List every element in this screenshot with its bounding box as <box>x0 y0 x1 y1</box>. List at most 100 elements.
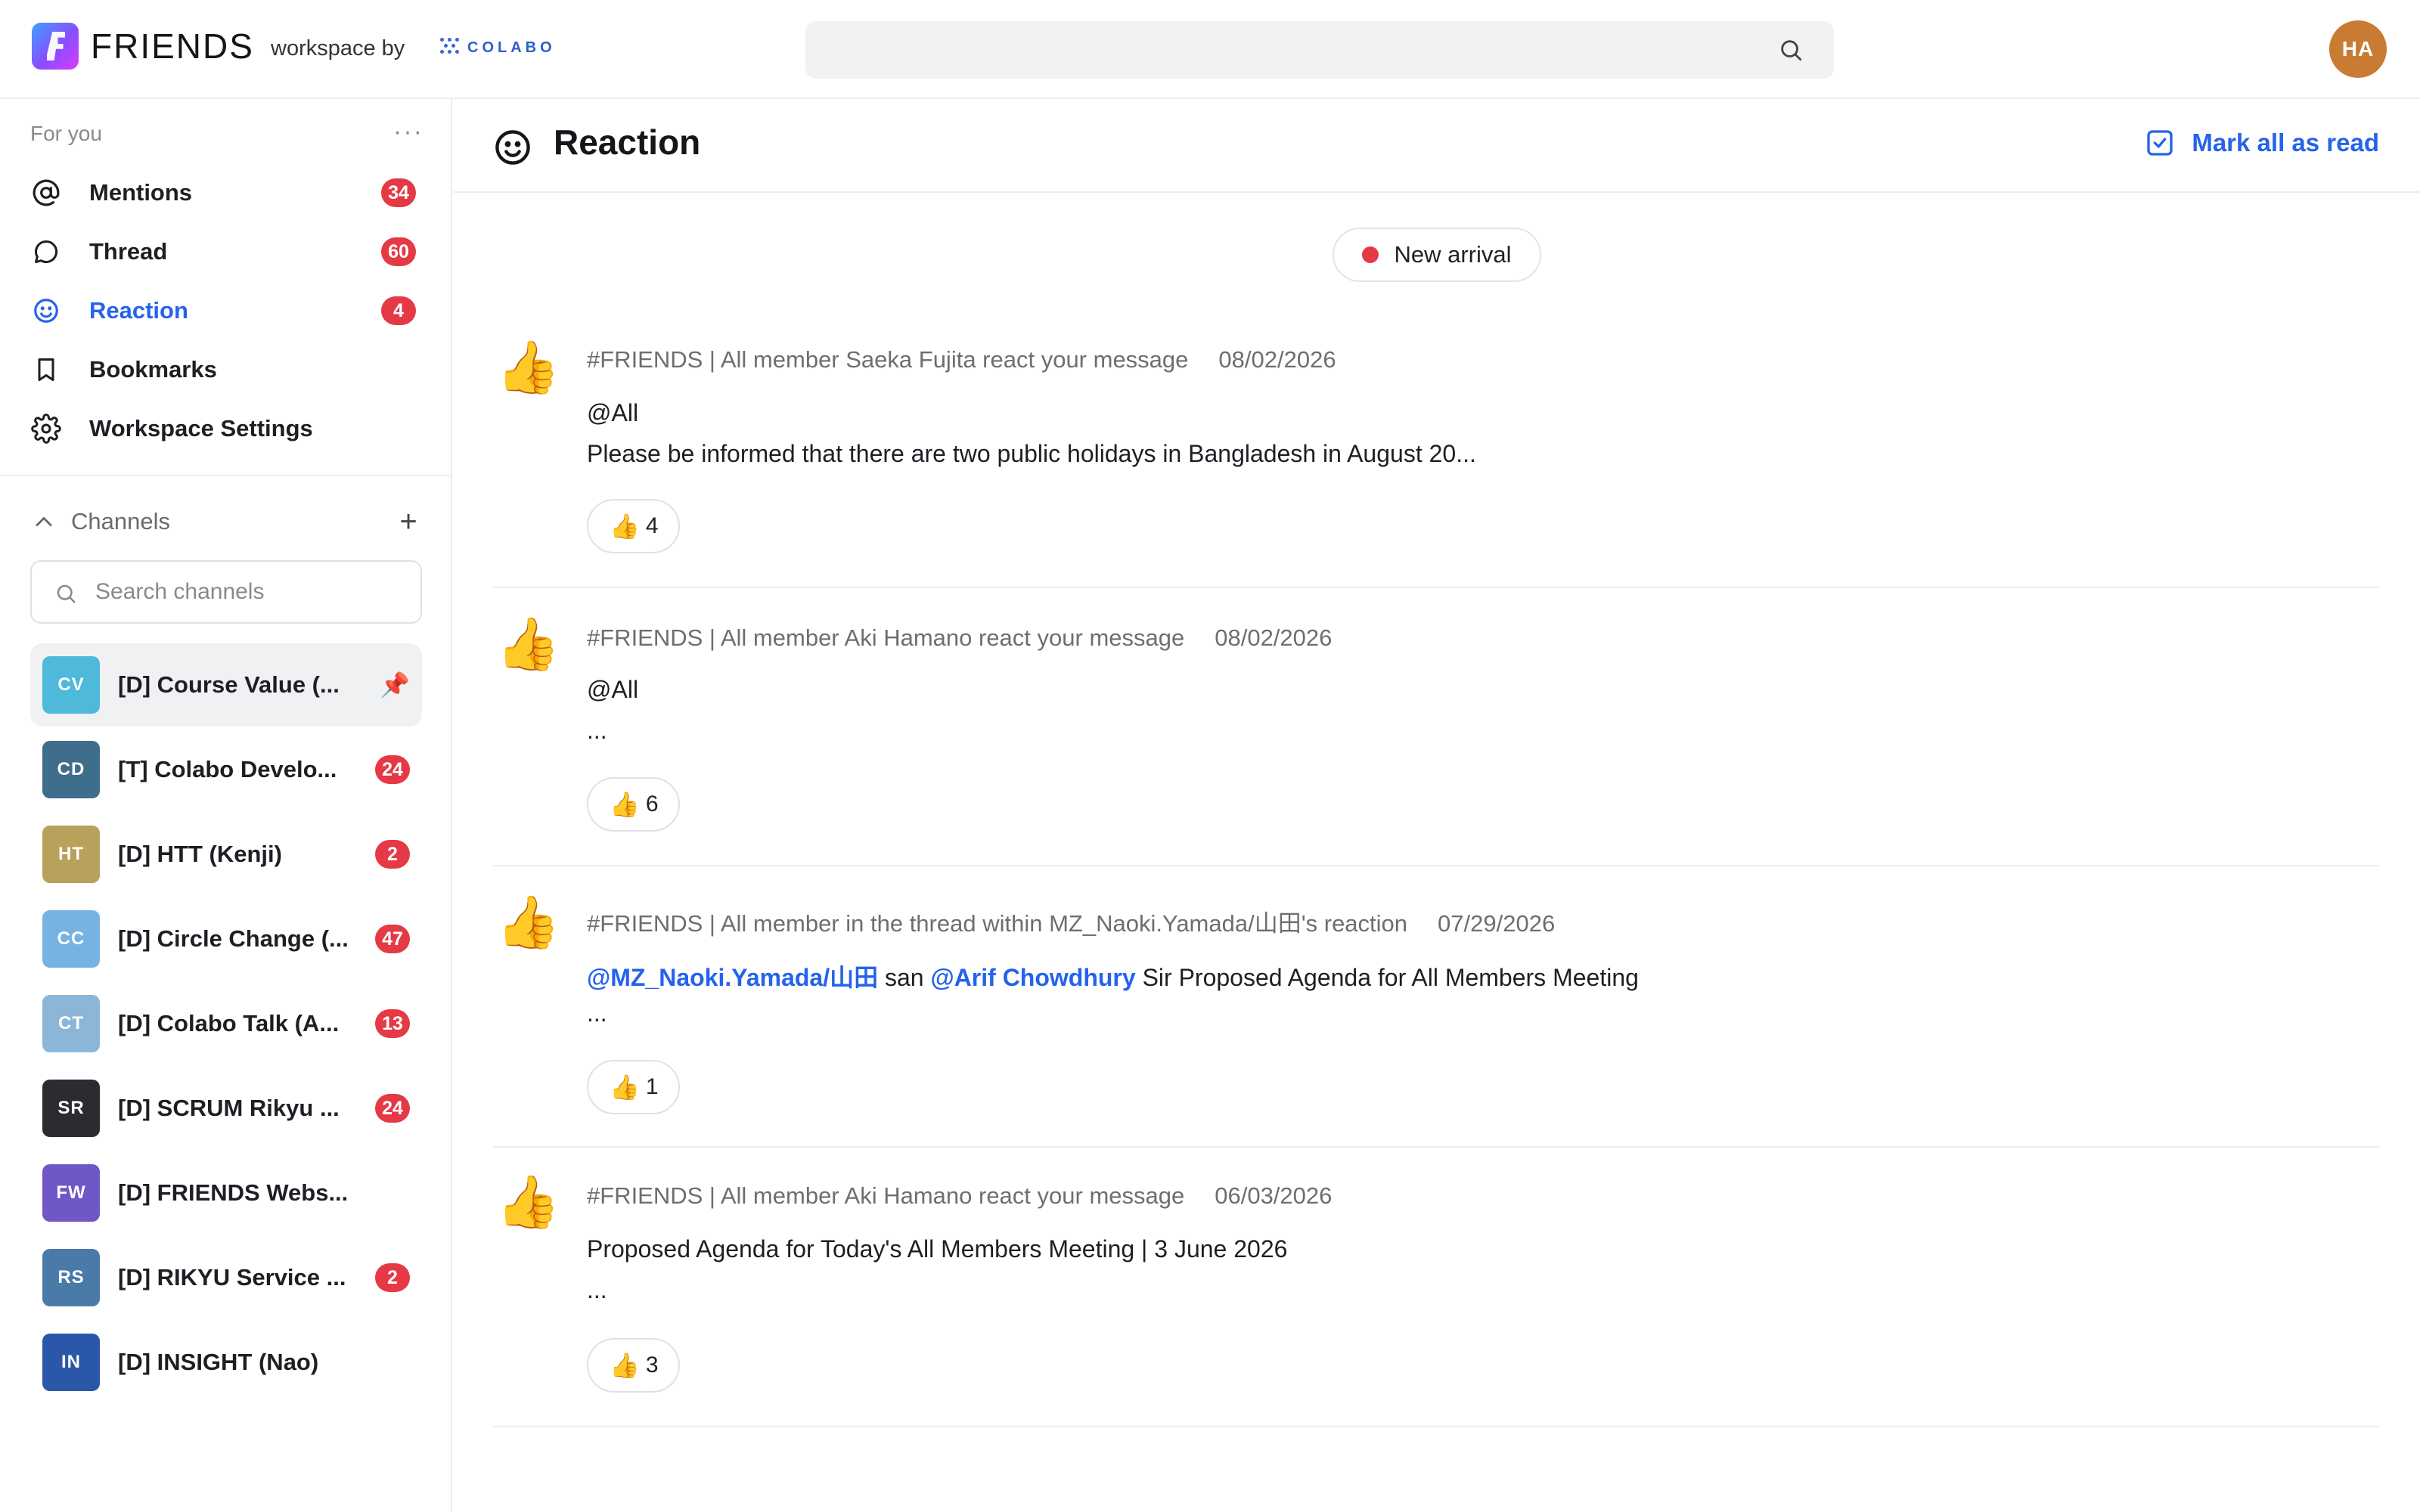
message-text: san <box>878 964 931 991</box>
mark-all-read-label: Mark all as read <box>2192 129 2379 156</box>
mark-all-read-button[interactable]: Mark all as read <box>2145 128 2379 158</box>
sidebar-item-mentions[interactable]: Mentions 34 <box>30 170 416 215</box>
reaction-count-button[interactable]: 👍 3 <box>587 1338 680 1393</box>
page-title: Reaction <box>554 122 701 162</box>
global-search-input[interactable] <box>805 21 1834 79</box>
reaction-date: 08/02/2026 <box>1218 346 1336 373</box>
sidebar-item-label: Bookmarks <box>89 356 217 383</box>
sidebar: For you ··· Mentions 34 Thread 60 Reacti… <box>0 99 452 1512</box>
channel-name: [D] SCRUM Rikyu ... <box>118 1095 340 1121</box>
add-channel-icon[interactable]: + <box>393 504 424 539</box>
pin-icon[interactable]: 📌 <box>380 671 410 699</box>
channel-name: [D] FRIENDS Webs... <box>118 1179 349 1206</box>
reaction-date: 07/29/2026 <box>1438 910 1556 937</box>
thumbs-up-icon: 👍 <box>610 791 640 818</box>
channel-search[interactable] <box>30 560 422 624</box>
reaction-source: #FRIENDS | All member Saeka Fujita react… <box>587 346 1189 373</box>
channel-item[interactable]: SR [D] SCRUM Rikyu ... 24 <box>30 1067 422 1150</box>
mention-link[interactable]: @MZ_Naoki.Yamada/山田 <box>587 964 878 991</box>
thumbs-up-icon: 👍 <box>496 615 560 673</box>
unread-badge: 24 <box>375 1094 410 1123</box>
channel-search-input[interactable] <box>32 562 420 622</box>
channel-item[interactable]: CC [D] Circle Change (... 47 <box>30 897 422 981</box>
channel-item[interactable]: RS [D] RIKYU Service ... 2 <box>30 1236 422 1319</box>
partner-logo: COLABO <box>440 38 556 57</box>
for-you-header: For you ··· <box>30 117 424 152</box>
reaction-date: 06/03/2026 <box>1215 1182 1333 1209</box>
sidebar-item-thread[interactable]: Thread 60 <box>30 229 416 274</box>
message-line: ... <box>587 999 607 1027</box>
reaction-meta: #FRIENDS | All member in the thread with… <box>587 904 1555 938</box>
channel-avatar: HT <box>42 826 100 883</box>
sidebar-item-label: Mentions <box>89 179 193 206</box>
channel-avatar: CC <box>42 910 100 968</box>
reaction-date: 08/02/2026 <box>1215 624 1333 651</box>
channel-avatar: SR <box>42 1080 100 1137</box>
thumbs-up-icon: 👍 <box>496 339 560 396</box>
channels-label: Channels <box>71 508 170 534</box>
reaction-meta: #FRIENDS | All member Aki Hamano react y… <box>587 624 1332 652</box>
mention-link[interactable]: @Arif Chowdhury <box>930 964 1135 991</box>
thumbs-up-icon: 👍 <box>496 894 560 951</box>
reaction-item[interactable]: 👍 #FRIENDS | All member Saeka Fujita rea… <box>493 342 2379 588</box>
checkbox-check-icon <box>2147 130 2173 156</box>
channel-item[interactable]: CT [D] Colabo Talk (A... 13 <box>30 982 422 1065</box>
channel-name: [D] Course Value (... <box>118 671 340 698</box>
message-line: ... <box>587 717 607 744</box>
more-options-icon[interactable]: ··· <box>393 117 424 147</box>
channel-name: [T] Colabo Develo... <box>118 756 337 782</box>
reaction-item[interactable]: 👍 #FRIENDS | All member Aki Hamano react… <box>493 618 2379 866</box>
channels-header[interactable]: Channels + <box>30 504 424 539</box>
app-logo[interactable]: FRIENDS <box>32 23 254 70</box>
reaction-count: 4 <box>645 513 659 538</box>
unread-badge: 47 <box>375 925 410 953</box>
sidebar-item-bookmarks[interactable]: Bookmarks <box>30 347 416 392</box>
global-search[interactable] <box>805 21 1834 79</box>
reaction-meta: #FRIENDS | All member Saeka Fujita react… <box>587 346 1336 373</box>
unread-badge: 4 <box>381 296 416 325</box>
channel-item[interactable]: CD [T] Colabo Develo... 24 <box>30 728 422 811</box>
reaction-count: 1 <box>645 1074 659 1099</box>
sidebar-item-reaction[interactable]: Reaction 4 <box>30 288 416 333</box>
workspace-by-label: workspace by <box>271 36 405 60</box>
channel-item[interactable]: IN [D] INSIGHT (Nao) <box>30 1321 422 1404</box>
chevron-up-icon[interactable] <box>30 508 57 535</box>
sidebar-item-label: Workspace Settings <box>89 415 313 442</box>
sidebar-item-label: Thread <box>89 238 168 265</box>
channel-avatar: CD <box>42 741 100 798</box>
bookmark-icon <box>30 354 62 386</box>
friends-logo-icon <box>32 23 79 70</box>
smiley-icon <box>30 295 62 327</box>
reaction-item[interactable]: 👍 #FRIENDS | All member Aki Hamano react… <box>493 1176 2379 1427</box>
channel-avatar: FW <box>42 1164 100 1222</box>
reaction-count: 6 <box>645 792 659 816</box>
channel-avatar: CV <box>42 656 100 714</box>
reaction-count-button[interactable]: 👍 6 <box>587 777 680 832</box>
reaction-count-button[interactable]: 👍 1 <box>587 1060 680 1114</box>
channel-item[interactable]: HT [D] HTT (Kenji) 2 <box>30 813 422 896</box>
gear-icon <box>30 413 62 445</box>
channel-name: [D] Circle Change (... <box>118 925 349 952</box>
channel-name: [D] HTT (Kenji) <box>118 841 282 867</box>
reaction-source: #FRIENDS | All member Aki Hamano react y… <box>587 624 1185 651</box>
search-icon[interactable] <box>1778 37 1804 63</box>
reaction-count-button[interactable]: 👍 4 <box>587 499 680 553</box>
unread-badge: 60 <box>381 237 416 266</box>
unread-badge: 13 <box>375 1009 410 1038</box>
unread-badge: 2 <box>375 1263 410 1292</box>
channel-item[interactable]: FW [D] FRIENDS Webs... <box>30 1151 422 1235</box>
sidebar-item-label: Reaction <box>89 297 188 324</box>
reaction-item[interactable]: 👍 #FRIENDS | All member in the thread wi… <box>493 897 2379 1148</box>
new-dot-icon <box>1362 246 1379 263</box>
chat-bubble-icon <box>30 236 62 268</box>
message-line: @All <box>587 676 639 703</box>
channel-item[interactable]: CV [D] Course Value (... 📌 <box>30 643 422 727</box>
message-line: @All <box>587 399 639 426</box>
for-you-label: For you <box>30 122 102 145</box>
thumbs-up-icon: 👍 <box>610 1074 640 1101</box>
user-avatar[interactable]: HA <box>2329 20 2387 78</box>
new-arrival-label: New arrival <box>1394 241 1512 268</box>
sidebar-item-workspace-settings[interactable]: Workspace Settings <box>30 406 416 451</box>
smiley-icon <box>495 130 530 165</box>
thumbs-up-icon: 👍 <box>496 1173 560 1231</box>
